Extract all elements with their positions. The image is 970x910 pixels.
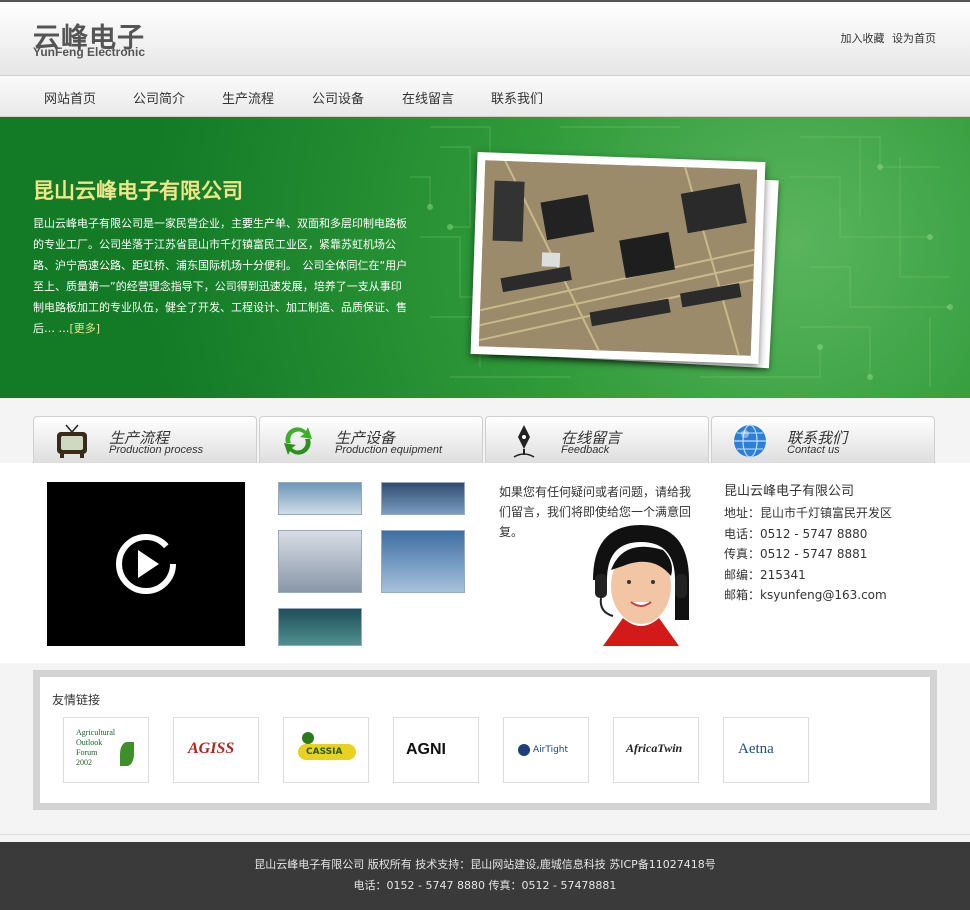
recycle-arrows-icon: [284, 427, 312, 455]
more-link[interactable]: [更多]: [70, 322, 101, 335]
banner-title: 昆山云峰电子有限公司: [33, 179, 243, 203]
tab-contact-us[interactable]: 联系我们 Contact us: [711, 416, 935, 463]
leaf-icon: [120, 742, 134, 766]
contact-email: 邮箱：ksyunfeng@163.com: [724, 588, 887, 602]
add-bookmark-link[interactable]: 加入收藏: [841, 32, 885, 45]
section-tabs: 生产流程 Production process 生产设备 Production …: [33, 416, 937, 463]
tab-production-process[interactable]: 生产流程 Production process: [33, 416, 257, 463]
friend-links: 友情链接 Agricultural Outlook Forum 2002 AGI…: [33, 670, 937, 810]
tab-feedback[interactable]: 在线留言 Feedback: [485, 416, 709, 463]
tab-subtitle: Contact us: [787, 444, 840, 456]
footer-copyright: 昆山云峰电子有限公司 版权所有 技术支持：昆山网站建设,鹿城信息科技 苏ICP备…: [254, 858, 716, 871]
nav-item-equipment[interactable]: 公司设备: [312, 88, 364, 107]
partner-logo-aetna[interactable]: Aetna: [723, 717, 809, 783]
site-header: 云峰电子 YunFeng Electronic 加入收藏 设为首页: [0, 0, 970, 75]
friend-links-title: 友情链接: [52, 693, 101, 707]
contact-phone: 电话：0512 - 5747 8880: [724, 526, 868, 541]
banner-description: 昆山云峰电子有限公司是一家民营企业，主要生产单、双面和多层印制电路板的专业工厂。…: [33, 217, 408, 335]
footer-contact: 电话：0152 - 5747 8880 传真：0512 - 57478881: [353, 879, 617, 892]
logo-english[interactable]: YunFeng Electronic: [33, 45, 145, 59]
tab-production-equipment[interactable]: 生产设备 Production equipment: [259, 416, 483, 463]
contact-fax: 传真：0512 - 5747 8881: [724, 547, 868, 561]
site-footer: 昆山云峰电子有限公司 版权所有 技术支持：昆山网站建设,鹿城信息科技 苏ICP备…: [0, 842, 970, 910]
play-icon: [116, 534, 176, 594]
partner-logo-agni[interactable]: AGNI: [393, 717, 479, 783]
partner-logo-airtight[interactable]: AirTight: [503, 717, 589, 783]
nav-item-process[interactable]: 生产流程: [222, 88, 274, 107]
equipment-thumbnail[interactable]: [278, 608, 362, 646]
customer-service-operator: [593, 525, 689, 646]
globe-icon: [734, 424, 766, 458]
nav-item-contact[interactable]: 联系我们: [491, 88, 543, 107]
hero-banner: 昆山云峰电子有限公司 昆山云峰电子有限公司是一家民营企业，主要生产单、双面和多层…: [0, 117, 970, 398]
partner-logo-cassia[interactable]: CASSIA: [283, 717, 369, 783]
video-player[interactable]: [47, 482, 245, 646]
partner-logo-africatwin[interactable]: AfricaTwin: [613, 717, 699, 783]
contact-company: 昆山云峰电子有限公司: [724, 484, 855, 499]
circuit-board-photo: [470, 152, 766, 364]
partner-logo-agri-forum[interactable]: Agricultural Outlook Forum 2002: [63, 717, 149, 783]
circle-icon: [518, 744, 530, 756]
contact-postcode: 邮编：215341: [724, 567, 806, 582]
pcb-illustration: [478, 160, 758, 356]
nav-item-about[interactable]: 公司简介: [133, 88, 185, 107]
equipment-thumbnail[interactable]: [278, 482, 362, 515]
tv-icon: [57, 424, 87, 458]
pen-nib-icon: [513, 425, 535, 458]
tab-subtitle: Production equipment: [335, 444, 443, 456]
partner-logo-agiss[interactable]: AGISS: [173, 717, 259, 783]
set-homepage-link[interactable]: 设为首页: [892, 32, 936, 45]
equipment-thumbnail[interactable]: [278, 530, 362, 593]
equipment-thumbnail[interactable]: [381, 482, 465, 515]
tab-subtitle: Feedback: [561, 444, 610, 456]
contact-address: 地址：昆山市千灯镇富民开发区: [724, 506, 893, 520]
tab-subtitle: Production process: [109, 444, 204, 456]
nav-item-home[interactable]: 网站首页: [44, 88, 96, 107]
palm-tree-icon: [302, 732, 314, 744]
main-nav: 网站首页 公司简介 生产流程 公司设备 在线留言 联系我们: [0, 75, 970, 117]
nav-item-feedback[interactable]: 在线留言: [402, 88, 454, 107]
top-links: 加入收藏 设为首页: [837, 30, 937, 46]
equipment-thumbnail[interactable]: [381, 530, 465, 593]
footer-separator: [0, 834, 970, 835]
contact-info: 昆山云峰电子有限公司 地址：昆山市千灯镇富民开发区 电话：0512 - 5747…: [724, 480, 892, 606]
